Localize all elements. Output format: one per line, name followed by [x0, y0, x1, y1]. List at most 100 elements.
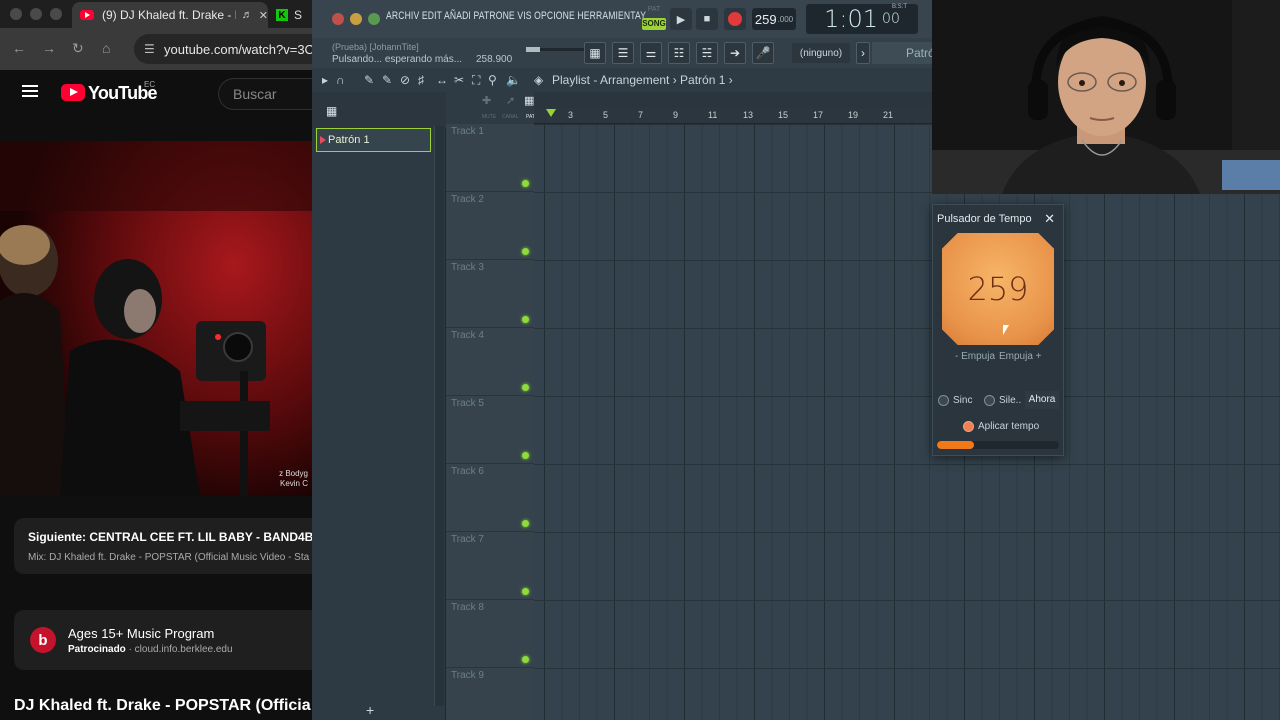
mouse-cursor-icon [1003, 325, 1009, 335]
pattern-item[interactable]: Patrón 1 [316, 128, 431, 152]
track-enable-led[interactable] [522, 452, 529, 459]
pat-mode-label[interactable]: PAT [642, 6, 666, 16]
track-enable-led[interactable] [522, 180, 529, 187]
tap-pad-button[interactable]: 259 [942, 233, 1054, 345]
sync-option[interactable]: Sinc [938, 395, 972, 406]
add-track-button[interactable]: + [366, 702, 374, 718]
close-icon[interactable]: ✕ [1044, 211, 1055, 227]
pencil-icon[interactable]: ✎ [364, 73, 374, 87]
search-input[interactable]: Buscar [218, 78, 312, 110]
track-enable-led[interactable] [522, 384, 529, 391]
mute-icon[interactable]: ♯ [418, 73, 424, 87]
playback-icon[interactable]: 🔈 [506, 73, 521, 87]
nudge-plus-button[interactable]: Empuja + [999, 351, 1042, 362]
snap-select[interactable]: (ninguno) [792, 43, 850, 63]
pattern-tool-icon[interactable]: ▦ [524, 94, 534, 107]
track-enable-led[interactable] [522, 520, 529, 527]
track-row[interactable]: Track 6 [446, 464, 534, 532]
track-row[interactable]: Track 7 [446, 532, 534, 600]
mixer-button[interactable]: ☵ [696, 42, 718, 64]
track-row[interactable]: Track 1 [446, 124, 534, 192]
pitch-tool-icon[interactable]: ➚ [506, 94, 515, 107]
pattern-picker-icon[interactable]: ▦ [326, 104, 337, 118]
apply-tempo-radio[interactable] [963, 421, 974, 432]
slider-handle[interactable] [526, 47, 540, 52]
delete-icon[interactable]: ⊘ [400, 73, 410, 87]
piano-roll-button[interactable]: ⚌ [640, 42, 662, 64]
track-enable-led[interactable] [522, 316, 529, 323]
menu-icon[interactable] [22, 85, 38, 97]
track-row[interactable]: Track 4 [446, 328, 534, 396]
video-player[interactable]: z Bodyg Kevin C [0, 141, 312, 496]
fl-close-button[interactable] [332, 13, 344, 25]
fl-zoom-button[interactable] [368, 13, 380, 25]
track-row[interactable]: Track 2 [446, 192, 534, 260]
microphone-icon: 🎤 [755, 46, 771, 60]
picker-scrollbar[interactable] [434, 126, 444, 706]
mixer-view-button[interactable]: ☰ [612, 42, 634, 64]
home-icon[interactable]: ⌂ [102, 40, 110, 56]
patterns-view-button[interactable]: ▦ [584, 42, 606, 64]
sync-radio[interactable] [938, 395, 949, 406]
select-icon[interactable]: ⛶ [472, 73, 480, 88]
youtube-logo-icon[interactable] [61, 84, 85, 101]
apply-tempo-option[interactable]: Aplicar tempo [963, 421, 1039, 432]
tempo-display[interactable]: 259.000 [752, 8, 796, 30]
master-volume-slider[interactable] [526, 47, 586, 52]
up-next-card[interactable]: Siguiente: CENTRAL CEE FT. LIL BABY - BA… [14, 518, 312, 574]
paint-icon[interactable]: ✎ [382, 73, 392, 87]
forward-icon[interactable]: → [42, 40, 56, 56]
tab-youtube[interactable]: (9) DJ Khaled ft. Drake - P ♬ ✕ [72, 2, 268, 28]
track-row[interactable]: Track 8 [446, 600, 534, 668]
track-row[interactable]: Track 3 [446, 260, 534, 328]
play-icon: ▶ [676, 13, 686, 26]
reload-icon[interactable]: ↻ [72, 40, 84, 57]
magnet-icon[interactable]: ∩ [336, 73, 345, 87]
track-enable-led[interactable] [522, 656, 529, 663]
close-tab-icon[interactable]: ✕ [259, 9, 268, 22]
silent-label: Sile.. [999, 395, 1022, 406]
slip-icon[interactable]: ↔ [436, 73, 448, 87]
url-field[interactable]: ☰ youtube.com/watch?v=3C [134, 34, 312, 64]
slice-icon[interactable]: ✂ [454, 73, 464, 87]
stop-button[interactable]: ■ [696, 8, 718, 30]
tapper-title: Pulsador de Tempo [937, 213, 1032, 225]
berklee-logo-icon: b [30, 627, 56, 653]
site-info-icon[interactable]: ☰ [144, 42, 155, 56]
nudge-minus-button[interactable]: - Empuja [955, 351, 995, 362]
playhead-marker[interactable] [546, 109, 556, 117]
speaker-icon[interactable]: ♬ [242, 9, 253, 21]
ad-card[interactable]: b Ages 15+ Music Program Patrocinado · c… [14, 610, 312, 670]
playlist-button[interactable]: ➔ [724, 42, 746, 64]
hint-title: (Prueba) [JohannTite] [332, 42, 419, 52]
track-enable-led[interactable] [522, 248, 529, 255]
zoom-icon[interactable]: ⚲ [488, 73, 497, 87]
minimize-window-button[interactable] [30, 8, 42, 20]
song-mode-toggle[interactable]: SONG [642, 18, 666, 30]
track-name: Track 9 [451, 670, 484, 681]
snap-arrow-button[interactable]: › [856, 42, 870, 64]
mute-tool-icon[interactable]: ✚ [482, 94, 491, 107]
zoom-window-button[interactable] [50, 8, 62, 20]
fl-menu-bar[interactable]: ARCHIV EDIT AÑADI PATRONE VIS OPCIONE HE… [386, 10, 646, 22]
track-row[interactable]: Track 9 [446, 668, 534, 720]
track-enable-led[interactable] [522, 588, 529, 595]
microphone-button[interactable]: 🎤 [752, 42, 774, 64]
arrow-right-icon: ➔ [729, 46, 741, 60]
fl-minimize-button[interactable] [350, 13, 362, 25]
close-window-button[interactable] [10, 8, 22, 20]
hint-panel: (Prueba) [JohannTite] Pulsando... espera… [328, 40, 586, 66]
silent-option[interactable]: Sile.. [984, 395, 1021, 406]
playlist-options-icon[interactable]: ▸ [322, 73, 328, 87]
silent-radio[interactable] [984, 395, 995, 406]
tab-second[interactable]: K S [276, 2, 312, 28]
track-row[interactable]: Track 5 [446, 396, 534, 464]
back-icon[interactable]: ← [12, 40, 26, 56]
channel-rack-button[interactable]: ☷ [668, 42, 690, 64]
playlist-grid[interactable] [534, 124, 1280, 720]
piano-icon: ⚌ [645, 46, 657, 60]
play-button[interactable]: ▶ [670, 8, 692, 30]
now-button[interactable]: Ahora [1025, 391, 1059, 409]
stop-icon: ■ [703, 13, 711, 25]
record-button[interactable] [724, 8, 746, 30]
